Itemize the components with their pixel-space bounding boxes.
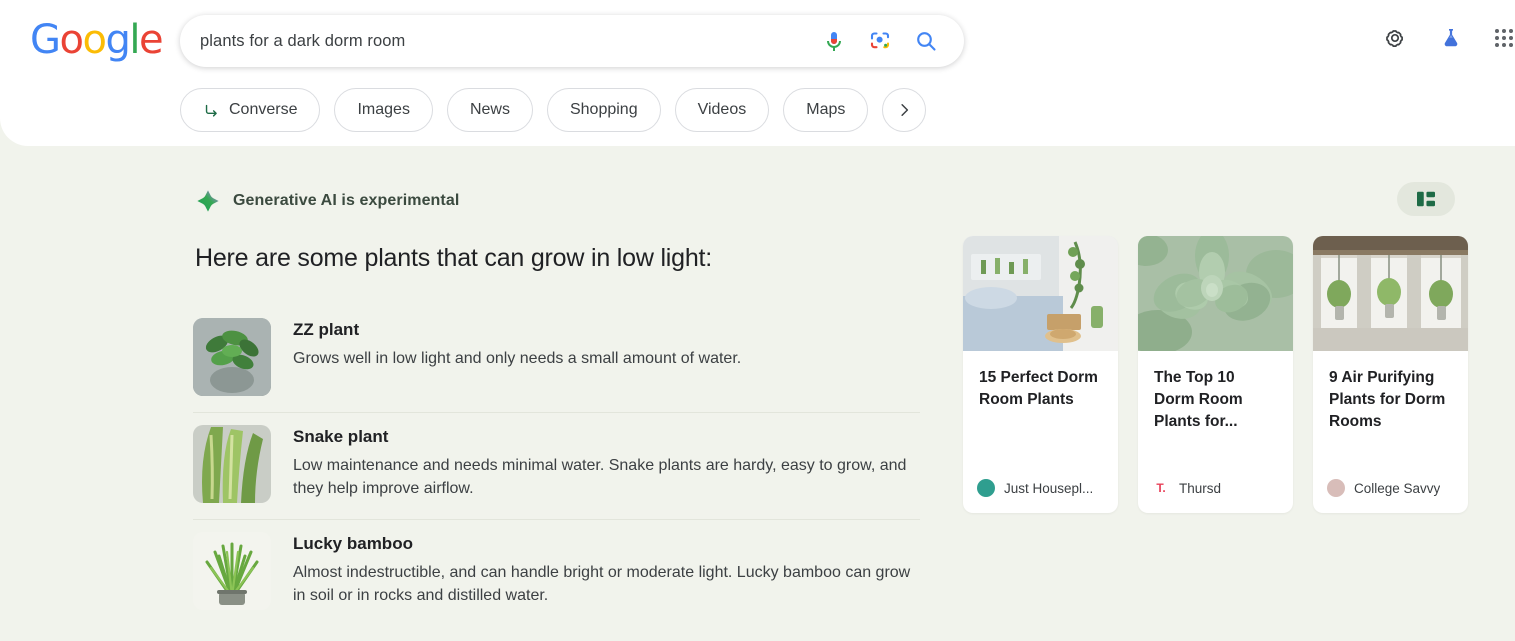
source-favicon: T. <box>1152 479 1170 497</box>
source-name: Just Housepl... <box>1004 480 1094 496</box>
layout-toggle-button[interactable] <box>1397 182 1455 216</box>
search-icon[interactable] <box>914 29 938 53</box>
tab-maps[interactable]: Maps <box>783 88 869 132</box>
tab-label: News <box>469 101 510 118</box>
search-filter-tabs: Converse Images News Shopping Videos Map… <box>180 88 927 132</box>
tab-converse[interactable]: Converse <box>180 88 321 132</box>
google-search-ai-page: Google plants for a dark dorm room Conve… <box>0 0 1515 641</box>
search-input[interactable]: plants for a dark dorm room <box>180 32 822 51</box>
greenhouse-window-photo <box>1313 236 1468 351</box>
plant-info: Lucky bamboo Almost indestructible, and … <box>293 532 920 610</box>
tab-label: Shopping <box>569 101 638 118</box>
plant-info: ZZ plant Grows well in low light and onl… <box>293 318 741 396</box>
generative-ai-badge: Generative AI is experimental <box>195 188 459 214</box>
plant-name: Lucky bamboo <box>293 534 413 553</box>
tab-label: Converse <box>229 101 298 118</box>
layout-view-icon <box>1417 191 1435 207</box>
ai-overview-panel: Generative AI is experimental Here are s… <box>0 146 1515 641</box>
plant-description: Almost indestructible, and can handle br… <box>293 564 911 604</box>
ai-answer-heading: Here are some plants that can grow in lo… <box>195 244 713 272</box>
plant-info: Snake plant Low maintenance and needs mi… <box>293 425 920 503</box>
card-source: Just Housepl... <box>963 479 1118 513</box>
snake-plant-photo <box>193 425 271 503</box>
google-apps-grid-icon[interactable] <box>1495 29 1513 47</box>
card-source: T. Thursd <box>1138 479 1293 513</box>
settings-gear-icon[interactable] <box>1383 26 1407 50</box>
converse-arrow-icon <box>205 104 217 117</box>
source-card[interactable]: 9 Air Purifying Plants for Dorm Rooms Co… <box>1313 236 1468 513</box>
page-header: Google plants for a dark dorm room Conve… <box>0 0 1515 146</box>
tab-videos[interactable]: Videos <box>674 88 770 132</box>
card-title: 9 Air Purifying Plants for Dorm Rooms <box>1329 369 1446 430</box>
greenhouse-illustration <box>1313 236 1468 351</box>
google-logo[interactable]: Google <box>30 20 164 60</box>
search-labs-flask-icon[interactable] <box>1439 26 1463 50</box>
search-bar[interactable]: plants for a dark dorm room <box>180 15 964 67</box>
snake-plant-illustration <box>193 425 271 503</box>
header-right-icons <box>1383 26 1515 50</box>
search-bar-icons <box>822 29 964 53</box>
generative-ai-badge-label: Generative AI is experimental <box>233 192 460 209</box>
tab-images[interactable]: Images <box>334 88 433 132</box>
lucky-bamboo-illustration <box>193 532 271 610</box>
bedroom-with-plants-photo <box>963 236 1118 351</box>
tab-label: Maps <box>806 101 846 118</box>
zz-plant-illustration <box>193 318 271 396</box>
plant-name: Snake plant <box>293 427 389 446</box>
card-source: College Savvy <box>1313 479 1468 513</box>
generative-ai-sparkle-icon <box>197 190 219 212</box>
chevron-right-icon <box>901 104 909 116</box>
card-title: 15 Perfect Dorm Room Plants <box>979 369 1098 408</box>
source-cards: 15 Perfect Dorm Room Plants Just Housepl… <box>963 236 1468 513</box>
succulent-closeup-photo <box>1138 236 1293 354</box>
source-name: College Savvy <box>1354 480 1441 496</box>
tab-shopping[interactable]: Shopping <box>546 88 661 132</box>
plant-description: Grows well in low light and only needs a… <box>293 350 742 367</box>
tabs-more-button[interactable] <box>882 88 927 132</box>
succulent-illustration <box>1138 236 1293 354</box>
source-favicon <box>977 479 995 497</box>
list-item[interactable]: ZZ plant Grows well in low light and onl… <box>193 306 920 412</box>
plant-description: Low maintenance and needs minimal water.… <box>293 457 907 497</box>
tab-news[interactable]: News <box>446 88 533 132</box>
zz-plant-photo <box>193 318 271 396</box>
source-card[interactable]: 15 Perfect Dorm Room Plants Just Housepl… <box>963 236 1118 513</box>
list-item[interactable]: Snake plant Low maintenance and needs mi… <box>193 412 920 519</box>
microphone-icon[interactable] <box>822 29 846 53</box>
tab-label: Videos <box>697 101 747 118</box>
source-favicon-letter: T. <box>1156 481 1166 495</box>
google-lens-icon[interactable] <box>868 29 892 53</box>
plant-name: ZZ plant <box>293 320 360 339</box>
source-name: Thursd <box>1179 480 1222 496</box>
bedroom-illustration <box>963 236 1118 351</box>
source-favicon <box>1327 479 1345 497</box>
list-item[interactable]: Lucky bamboo Almost indestructible, and … <box>193 519 920 626</box>
plant-list: ZZ plant Grows well in low light and onl… <box>193 306 920 626</box>
lucky-bamboo-photo <box>193 532 271 610</box>
tab-label: Images <box>357 101 410 118</box>
card-title: The Top 10 Dorm Room Plants for... <box>1154 369 1243 430</box>
source-card[interactable]: The Top 10 Dorm Room Plants for... T. Th… <box>1138 236 1293 513</box>
